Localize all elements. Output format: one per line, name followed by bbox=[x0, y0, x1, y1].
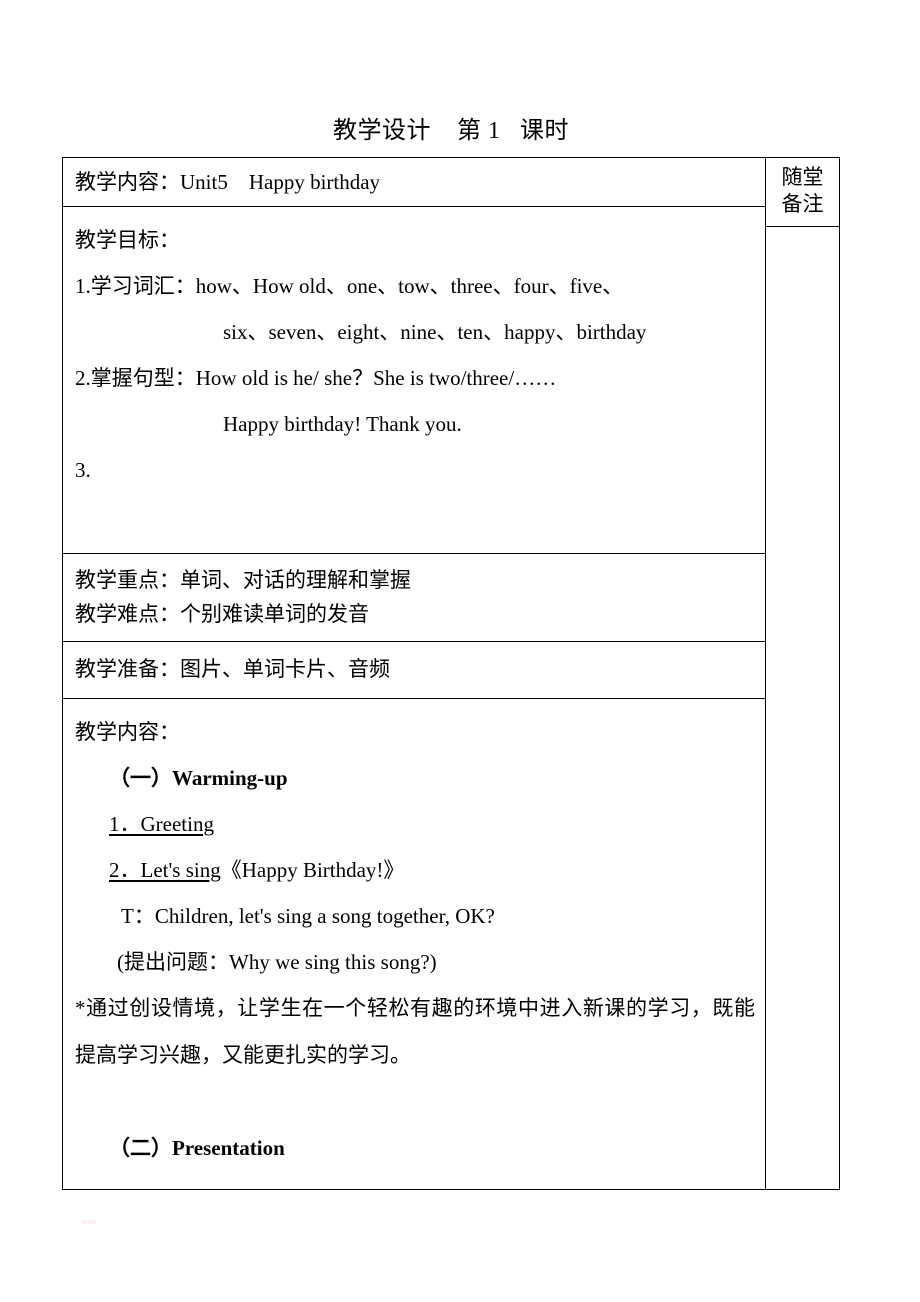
process-heading: 教学内容： bbox=[75, 720, 180, 744]
objective-vocabulary-line1: 1.学习词汇：how、How old、one、tow、three、four、fi… bbox=[75, 263, 755, 309]
process-step-2-song: 《Happy Birthday!》 bbox=[220, 858, 405, 882]
objectives-heading: 教学目标： bbox=[75, 228, 180, 252]
key-point-line: 教学重点：单词、对话的理解和掌握 bbox=[75, 568, 411, 592]
process-teacher-line: T：Children, let's sing a song together, … bbox=[121, 904, 495, 928]
process-step-2-text: 2．Let's sing bbox=[109, 858, 221, 882]
notes-header-line-2: 备注 bbox=[781, 192, 824, 216]
scan-artifact bbox=[82, 1220, 96, 1224]
process-section-one: （一）Warming-up bbox=[109, 766, 288, 790]
table-row-preparation: 教学准备：图片、单词卡片、音频 bbox=[63, 642, 765, 699]
main-column: 教学内容：Unit5 Happy birthday 教学目标： 1.学习词汇：h… bbox=[63, 158, 766, 1189]
notes-column-body bbox=[766, 227, 839, 1189]
objectives-trailing-space bbox=[75, 493, 755, 539]
notes-column: 随堂 备注 bbox=[766, 158, 839, 1189]
process-question-line: (提出问题：Why we sing this song?) bbox=[117, 950, 437, 974]
table-row-process: 教学内容： （一）Warming-up 1．Greeting 2．Let's s… bbox=[63, 699, 765, 1189]
objective-sentence-line1: 2.掌握句型：How old is he/ she？She is two/thr… bbox=[75, 355, 755, 401]
process-step-2: 2．Let's sing《Happy Birthday!》 bbox=[75, 847, 755, 893]
process-step-1-text: 1．Greeting bbox=[109, 812, 214, 836]
teaching-content-label: 教学内容： bbox=[75, 170, 180, 194]
lesson-plan-table: 教学内容：Unit5 Happy birthday 教学目标： 1.学习词汇：h… bbox=[62, 157, 840, 1190]
objective-1-label: 1.学习词汇： bbox=[75, 274, 196, 298]
teaching-content-value: Unit5 Happy birthday bbox=[180, 170, 381, 194]
process-section-two: （二）Presentation bbox=[109, 1136, 285, 1160]
difficulty-line: 教学难点：个别难读单词的发音 bbox=[75, 602, 369, 626]
table-row-teaching-content: 教学内容：Unit5 Happy birthday bbox=[63, 158, 765, 207]
notes-header-line-1: 随堂 bbox=[781, 165, 824, 189]
objective-2-label: 2.掌握句型： bbox=[75, 366, 196, 390]
preparation-line: 教学准备：图片、单词卡片、音频 bbox=[75, 657, 390, 681]
table-row-focus: 教学重点：单词、对话的理解和掌握 教学难点：个别难读单词的发音 bbox=[63, 554, 765, 642]
process-step-1: 1．Greeting bbox=[75, 801, 755, 847]
process-note-paragraph: *通过创设情境，让学生在一个轻松有趣的环境中进入新课的学习，既能提高学习兴趣，又… bbox=[75, 996, 755, 1067]
objective-3: 3. bbox=[75, 458, 91, 482]
objective-1-words-line1: how、How old、one、tow、three、four、five、 bbox=[195, 274, 624, 298]
objective-2-pattern-line1: How old is he/ she？She is two/three/…… bbox=[195, 366, 557, 390]
objective-sentence-line2: Happy birthday! Thank you. bbox=[223, 412, 462, 436]
table-row-objectives: 教学目标： 1.学习词汇：how、How old、one、tow、three、f… bbox=[63, 207, 765, 554]
objective-vocabulary-line2: six、seven、eight、nine、ten、happy、birthday bbox=[223, 320, 647, 344]
page-title: 教学设计 第 1 课时 bbox=[333, 118, 569, 144]
notes-column-header: 随堂 备注 bbox=[766, 158, 839, 227]
document-page: 教学设计 第 1 课时 教学内容：Unit5 Happy birthday 教学… bbox=[0, 0, 920, 1302]
process-gap bbox=[75, 1079, 755, 1125]
